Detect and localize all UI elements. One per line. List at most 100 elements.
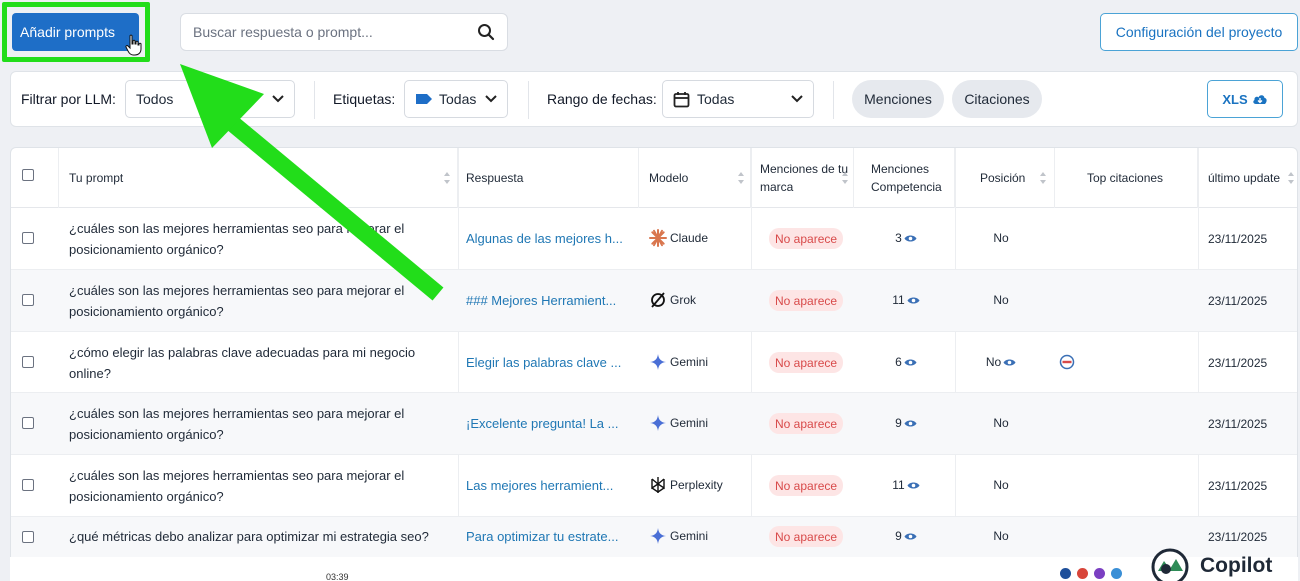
row-checkbox[interactable] bbox=[22, 417, 34, 429]
table-row[interactable]: ¿cómo elegir las palabras clave adecuada… bbox=[11, 332, 1297, 393]
model-cell: Gemini bbox=[649, 414, 708, 432]
model-name: Perplexity bbox=[670, 478, 723, 492]
table-row[interactable]: ¿cuáles son las mejores herramientas seo… bbox=[11, 455, 1297, 517]
prompt-line-2: posicionamiento orgánico? bbox=[69, 427, 224, 442]
grok-icon bbox=[651, 292, 665, 308]
tag-icon bbox=[416, 94, 432, 104]
tags-filter-select[interactable]: Todas bbox=[404, 80, 508, 118]
sort-icon[interactable] bbox=[841, 171, 849, 185]
cloud-download-icon bbox=[1252, 95, 1267, 104]
header-prompt[interactable]: Tu prompt bbox=[59, 148, 458, 208]
sort-icon[interactable] bbox=[443, 171, 451, 185]
competition-cell[interactable]: 9 bbox=[881, 416, 931, 430]
header-model[interactable]: Modelo bbox=[639, 148, 751, 208]
eye-icon[interactable] bbox=[904, 358, 917, 367]
sort-icon[interactable] bbox=[737, 171, 745, 185]
competition-cell[interactable]: 3 bbox=[881, 231, 931, 245]
position-value: No bbox=[993, 478, 1009, 492]
prompt-line-1: ¿cuáles son las mejores herramientas seo… bbox=[69, 221, 405, 236]
model-cell: Grok bbox=[649, 291, 696, 309]
xls-label: XLS bbox=[1222, 91, 1248, 107]
header-model-label: Modelo bbox=[649, 171, 689, 185]
row-checkbox[interactable] bbox=[22, 479, 34, 491]
row-checkbox[interactable] bbox=[22, 531, 34, 543]
competition-cell[interactable]: 9 bbox=[881, 529, 931, 543]
prompt-line-1: ¿cómo elegir las palabras clave adecuada… bbox=[69, 345, 416, 360]
citation-source-icon[interactable] bbox=[1059, 354, 1075, 370]
header-last-update[interactable]: último update bbox=[1198, 148, 1297, 208]
brand-mention-badge: No aparece bbox=[769, 228, 844, 249]
competition-count: 3 bbox=[895, 231, 902, 245]
model-name: Gemini bbox=[670, 355, 709, 369]
response-link[interactable]: ¡Excelente pregunta! La ... bbox=[466, 416, 631, 431]
row-checkbox[interactable] bbox=[22, 232, 34, 244]
eye-icon[interactable] bbox=[1003, 358, 1016, 367]
prompt-cell[interactable]: ¿cuáles son las mejores herramientas seo… bbox=[69, 280, 449, 322]
header-brand-mentions-label-2: marca bbox=[760, 180, 794, 194]
position-cell: No bbox=[971, 478, 1031, 492]
position-cell: No bbox=[971, 416, 1031, 430]
model-cell: Gemini bbox=[649, 527, 708, 545]
eye-icon[interactable] bbox=[904, 419, 917, 428]
table-row[interactable]: ¿cuáles son las mejores herramientas seo… bbox=[11, 393, 1297, 455]
header-position[interactable]: Posición bbox=[955, 148, 1055, 208]
date-filter-label: Rango de fechas: bbox=[547, 91, 657, 107]
model-cell: Perplexity bbox=[649, 476, 723, 494]
competition-count: 11 bbox=[892, 478, 905, 492]
response-link[interactable]: Las mejores herramient... bbox=[466, 478, 631, 493]
eye-icon[interactable] bbox=[904, 532, 917, 541]
brand-mention-badge: No aparece bbox=[769, 475, 844, 496]
date-filter-value: Todas bbox=[697, 91, 735, 107]
table-row[interactable]: ¿qué métricas debo analizar para optimiz… bbox=[11, 517, 1297, 558]
search-icon[interactable] bbox=[477, 23, 495, 41]
wordpress-icon bbox=[1060, 568, 1071, 579]
prompt-cell[interactable]: ¿cuáles son las mejores herramientas seo… bbox=[69, 218, 449, 260]
xls-export-button[interactable]: XLS bbox=[1207, 80, 1283, 118]
eye-icon[interactable] bbox=[904, 234, 917, 243]
add-prompts-button[interactable]: Añadir prompts bbox=[12, 13, 139, 51]
row-checkbox[interactable] bbox=[22, 294, 34, 306]
table-row[interactable]: ¿cuáles son las mejores herramientas seo… bbox=[11, 208, 1297, 270]
position-cell[interactable]: No bbox=[971, 355, 1031, 369]
prompt-cell[interactable]: ¿qué métricas debo analizar para optimiz… bbox=[69, 526, 449, 547]
project-settings-button[interactable]: Configuración del proyecto bbox=[1100, 13, 1298, 51]
competition-cell[interactable]: 11 bbox=[881, 293, 931, 307]
eye-icon[interactable] bbox=[907, 296, 920, 305]
header-brand-mentions[interactable]: Menciones de tu marca bbox=[751, 148, 854, 208]
response-link[interactable]: ### Mejores Herramient... bbox=[466, 293, 631, 308]
sort-icon[interactable] bbox=[1039, 171, 1047, 185]
eye-icon[interactable] bbox=[907, 481, 920, 490]
claude-icon bbox=[649, 229, 667, 247]
prompt-cell[interactable]: ¿cuáles son las mejores herramientas seo… bbox=[69, 465, 449, 507]
row-checkbox[interactable] bbox=[22, 356, 34, 368]
competition-cell[interactable]: 11 bbox=[881, 478, 931, 492]
header-competition-label-2: Competencia bbox=[871, 180, 942, 194]
copilot-label: Copilot bbox=[1200, 554, 1273, 577]
prompt-cell[interactable]: ¿cuáles son las mejores herramientas seo… bbox=[69, 403, 449, 445]
hand-cursor-icon bbox=[125, 34, 142, 56]
sort-icon[interactable] bbox=[1287, 171, 1295, 185]
response-link[interactable]: Algunas de las mejores h... bbox=[466, 231, 631, 246]
table-header: Tu prompt Respuesta Modelo Menciones de … bbox=[11, 148, 1297, 208]
response-link[interactable]: Para optimizar tu estrate... bbox=[466, 529, 631, 544]
select-all-checkbox[interactable] bbox=[22, 169, 34, 181]
copilot-logo-icon bbox=[1151, 548, 1189, 581]
model-name: Grok bbox=[670, 293, 697, 307]
competition-cell[interactable]: 6 bbox=[881, 355, 931, 369]
prompt-line-2: posicionamiento orgánico? bbox=[69, 304, 224, 319]
search-input[interactable]: Buscar respuesta o prompt... bbox=[193, 24, 477, 40]
copilot-badge[interactable]: Copilot bbox=[1150, 546, 1272, 581]
last-update-date: 23/11/2025 bbox=[1208, 232, 1268, 246]
search-box[interactable]: Buscar respuesta o prompt... bbox=[180, 13, 508, 51]
video-timer: 03:39 bbox=[326, 572, 349, 581]
citations-toggle[interactable]: Citaciones bbox=[952, 80, 1042, 118]
header-top-citations-label: Top citaciones bbox=[1087, 171, 1164, 185]
prompt-cell[interactable]: ¿cómo elegir las palabras clave adecuada… bbox=[69, 342, 449, 384]
header-brand-mentions-label-1: Menciones de tu bbox=[760, 162, 849, 176]
mentions-toggle[interactable]: Menciones bbox=[852, 80, 944, 118]
date-filter-select[interactable]: Todas bbox=[662, 80, 814, 118]
llm-filter-select[interactable]: Todos bbox=[125, 80, 295, 118]
response-link[interactable]: Elegir las palabras clave ... bbox=[466, 355, 631, 370]
position-value: No bbox=[993, 529, 1009, 543]
table-row[interactable]: ¿cuáles son las mejores herramientas seo… bbox=[11, 270, 1297, 332]
